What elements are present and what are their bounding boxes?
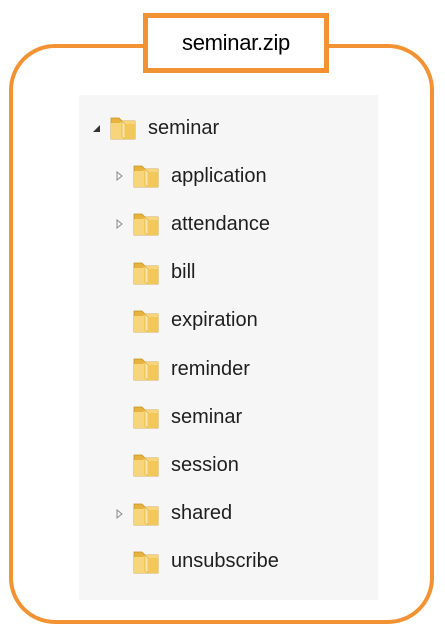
tree-item[interactable]: unsubscribe — [112, 547, 279, 577]
folder-icon — [132, 404, 160, 430]
tree-item[interactable]: application — [112, 161, 267, 191]
archive-title: seminar.zip — [143, 13, 329, 73]
tree-item-label: reminder — [171, 357, 250, 380]
folder-icon — [132, 211, 160, 237]
folder-tree: seminar application attendance bill expirati… — [79, 95, 378, 600]
tree-item-label: seminar — [171, 405, 243, 428]
tree-item-label: shared — [171, 502, 233, 525]
diagram-stage: seminar.zip seminar application attendance… — [0, 0, 445, 635]
tree-item[interactable]: seminar — [112, 402, 242, 432]
folder-icon — [132, 356, 160, 382]
folder-icon — [132, 260, 160, 286]
tree-root-item[interactable]: seminar — [89, 113, 219, 143]
folder-icon — [132, 308, 160, 334]
tree-item-label: attendance — [171, 212, 270, 235]
tree-item-label: seminar — [148, 116, 220, 139]
folder-icon — [132, 501, 160, 527]
tree-item[interactable]: reminder — [112, 354, 250, 384]
triangle-expanded-icon[interactable] — [89, 121, 103, 135]
tree-item-label: session — [171, 453, 239, 476]
folder-icon — [132, 452, 160, 478]
tree-item-label: unsubscribe — [171, 550, 279, 573]
tree-item[interactable]: bill — [112, 258, 195, 288]
tree-item-label: bill — [171, 261, 196, 284]
folder-icon — [109, 115, 137, 141]
tree-item-label: expiration — [171, 309, 258, 332]
triangle-collapsed-icon[interactable] — [112, 507, 126, 521]
triangle-collapsed-icon[interactable] — [112, 169, 126, 183]
tree-item[interactable]: shared — [112, 499, 232, 529]
triangle-collapsed-icon[interactable] — [112, 217, 126, 231]
tree-item[interactable]: expiration — [112, 306, 258, 336]
archive-title-text: seminar.zip — [182, 30, 290, 55]
folder-icon — [132, 549, 160, 575]
tree-item-label: application — [171, 164, 267, 187]
folder-tree-panel: seminar application attendance bill expirati… — [79, 95, 378, 600]
tree-item[interactable]: attendance — [112, 209, 270, 239]
folder-icon — [132, 163, 160, 189]
tree-item[interactable]: session — [112, 450, 239, 480]
